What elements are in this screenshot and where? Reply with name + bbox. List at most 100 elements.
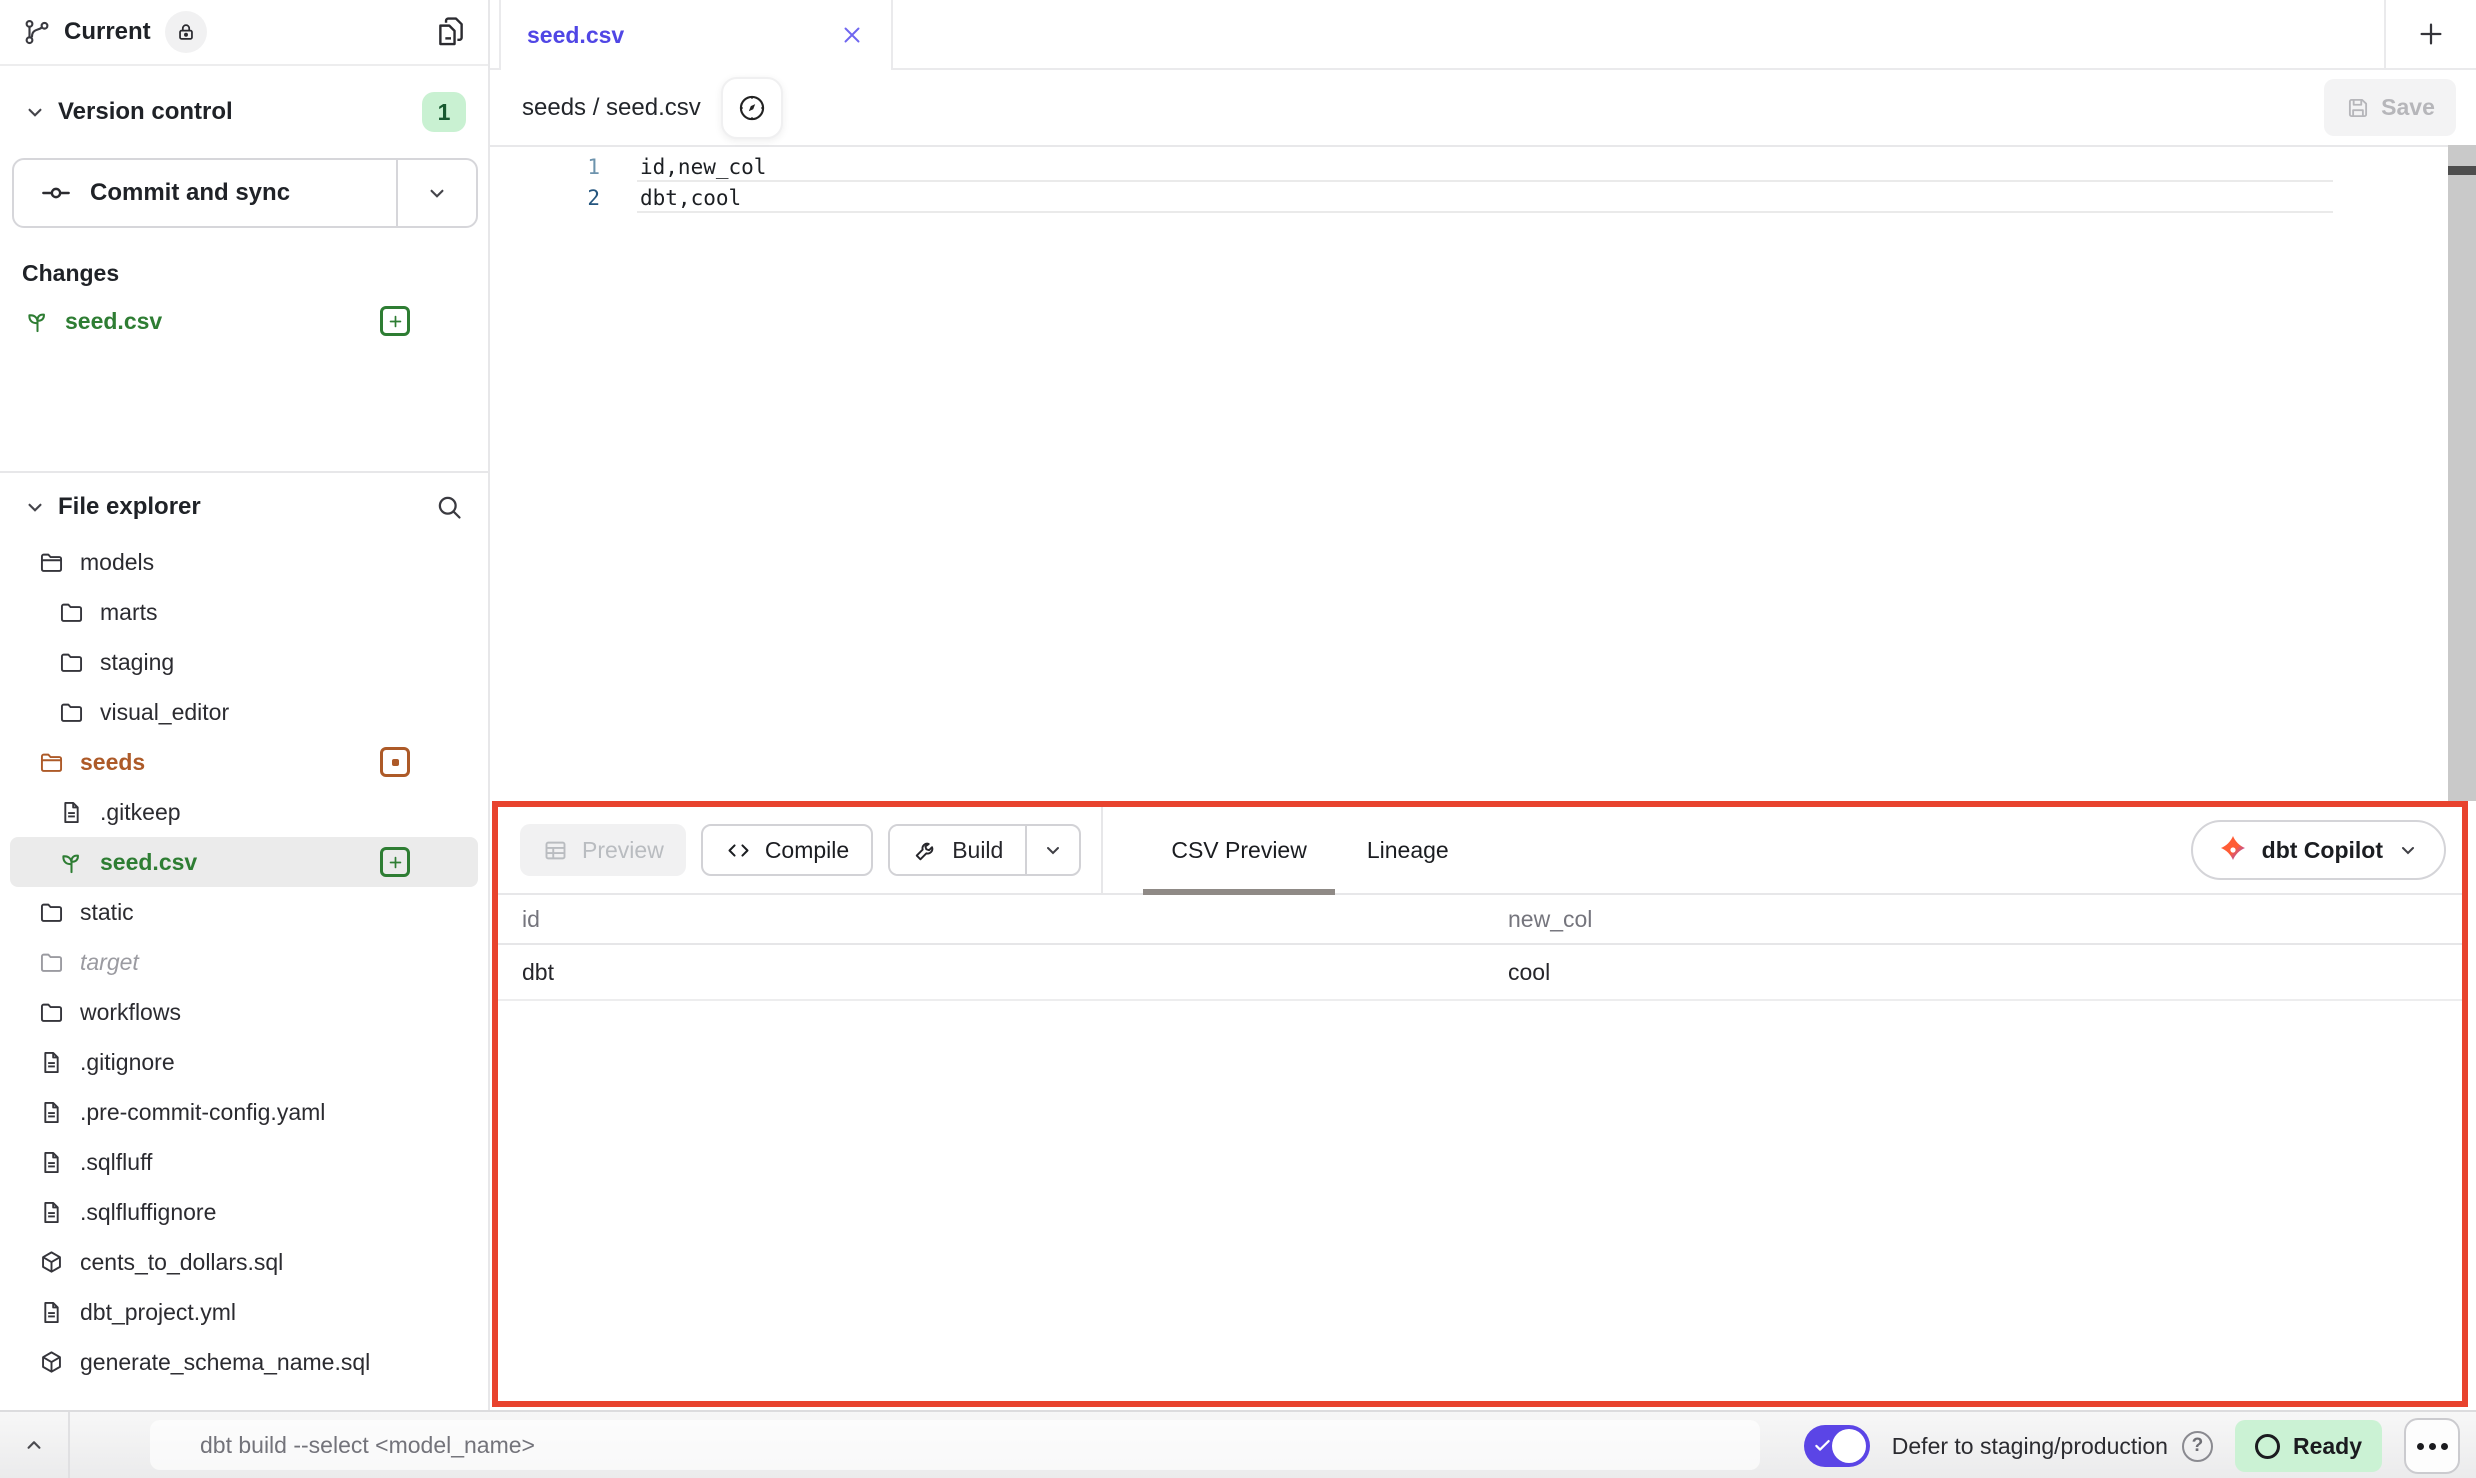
new-tab-button[interactable]	[2384, 0, 2476, 68]
file-tree-label: dbt_project.yml	[80, 1299, 236, 1326]
file-tree-label: seeds	[80, 749, 145, 776]
file-tree-item-generate-schema-name[interactable]: generate_schema_name.sql	[10, 1337, 478, 1387]
branch-name: Current	[64, 18, 151, 46]
file-tree-item-seed-csv[interactable]: seed.csv	[10, 837, 478, 887]
search-icon[interactable]	[434, 492, 464, 522]
file-tree-label: seed.csv	[100, 849, 197, 876]
git-branch-icon	[22, 17, 52, 47]
file-tree-item-seeds[interactable]: seeds	[10, 737, 478, 787]
csv-header-row: id new_col	[498, 895, 2462, 945]
save-button[interactable]: Save	[2324, 79, 2456, 136]
commit-and-sync-button[interactable]: Commit and sync	[14, 160, 396, 226]
file-tree-item-sqlfluff[interactable]: .sqlfluff	[10, 1137, 478, 1187]
file-tree-label: .sqlfluffignore	[80, 1199, 216, 1226]
compile-button[interactable]: Compile	[701, 824, 873, 876]
commit-icon	[40, 177, 72, 209]
changes-heading: Changes	[22, 260, 466, 287]
line-text: dbt,cool	[640, 186, 741, 210]
statusbar-divider	[68, 1412, 70, 1478]
breadcrumb: seeds / seed.csv	[522, 94, 701, 122]
file-explorer-header[interactable]: File explorer	[22, 493, 466, 521]
file-tree-label: static	[80, 899, 134, 926]
dbt-logo-icon	[2217, 834, 2249, 866]
wrench-icon	[912, 837, 939, 864]
seedling-icon	[24, 308, 51, 335]
changed-file-row[interactable]: seed.csv	[12, 297, 478, 345]
tab-csv-preview[interactable]: CSV Preview	[1141, 807, 1336, 893]
file-tree-item-gitkeep[interactable]: .gitkeep	[10, 787, 478, 837]
close-icon[interactable]	[839, 22, 865, 48]
ellipsis-icon[interactable]	[2404, 1418, 2460, 1474]
file-icon	[58, 799, 85, 826]
question-icon[interactable]: ?	[2182, 1431, 2213, 1462]
file-tree-label: .gitignore	[80, 1049, 175, 1076]
file-tree-item-models[interactable]: models	[10, 537, 478, 587]
defer-label: Defer to staging/production	[1892, 1433, 2168, 1460]
ready-label: Ready	[2293, 1433, 2362, 1460]
file-tree-item-gitignore[interactable]: .gitignore	[10, 1037, 478, 1087]
version-control-header[interactable]: Version control 1	[22, 92, 466, 132]
tab-lineage[interactable]: Lineage	[1337, 807, 1479, 893]
lineage-tab-label: Lineage	[1367, 837, 1449, 864]
file-icon	[38, 1299, 65, 1326]
file-explorer-title: File explorer	[58, 493, 201, 521]
editor-line[interactable]: 1 id,new_col	[490, 151, 2476, 182]
check-icon	[1812, 1435, 1833, 1456]
breadcrumb-row: seeds / seed.csv Save	[490, 70, 2476, 147]
table-row: dbt cool	[498, 945, 2462, 1001]
modified-folder-badge	[380, 747, 410, 777]
preview-label: Preview	[582, 837, 664, 864]
folder-icon	[38, 899, 65, 926]
folder-icon	[58, 599, 85, 626]
commit-options-dropdown[interactable]	[396, 160, 476, 226]
chevron-down-icon	[424, 180, 450, 206]
file-tree-item-staging[interactable]: staging	[10, 637, 478, 687]
file-tree-label: staging	[100, 649, 174, 676]
compass-icon[interactable]	[721, 77, 783, 139]
statusbar-right-cluster: Defer to staging/production ? Ready	[1804, 1412, 2460, 1478]
file-tree-label: workflows	[80, 999, 181, 1026]
changed-file-name: seed.csv	[65, 308, 162, 335]
file-tree-item-static[interactable]: static	[10, 887, 478, 937]
folder-icon	[38, 949, 65, 976]
table-cell: cool	[1508, 959, 2462, 986]
file-tree-item-cents-to-dollars[interactable]: cents_to_dollars.sql	[10, 1237, 478, 1287]
file-tree-item-dbt-project[interactable]: dbt_project.yml	[10, 1287, 478, 1337]
folder-icon	[58, 649, 85, 676]
file-tree-item-marts[interactable]: marts	[10, 587, 478, 637]
defer-toggle[interactable]	[1804, 1425, 1870, 1467]
build-button[interactable]: Build	[890, 826, 1025, 874]
tab-seed-csv[interactable]: seed.csv	[499, 0, 893, 70]
chevron-up-icon[interactable]	[0, 1412, 68, 1478]
chevron-down-icon	[22, 494, 48, 520]
build-options-dropdown[interactable]	[1025, 826, 1079, 874]
file-icon	[38, 1149, 65, 1176]
editor-scrollbar[interactable]	[2448, 145, 2476, 801]
file-tree-item-target[interactable]: target	[10, 937, 478, 987]
copy-icon[interactable]	[434, 15, 468, 49]
file-tree-item-visual-editor[interactable]: visual_editor	[10, 687, 478, 737]
row-separator	[637, 211, 2333, 213]
file-tree-label: target	[80, 949, 139, 976]
model-cube-icon	[38, 1349, 65, 1376]
dbt-copilot-button[interactable]: dbt Copilot	[2191, 820, 2446, 880]
panel-tabs: CSV Preview Lineage	[1141, 807, 1478, 893]
csv-preview-tab-label: CSV Preview	[1171, 837, 1306, 864]
file-tree-label: generate_schema_name.sql	[80, 1349, 370, 1376]
file-tree-item-pre-commit-config[interactable]: .pre-commit-config.yaml	[10, 1087, 478, 1137]
code-editor[interactable]: 1 id,new_col 2 dbt,cool	[490, 145, 2476, 807]
toolbar-divider	[1101, 807, 1103, 893]
file-tree-item-sqlfluffignore[interactable]: .sqlfluffignore	[10, 1187, 478, 1237]
editor-line-active[interactable]: 2 dbt,cool	[490, 182, 2476, 213]
preview-button[interactable]: Preview	[520, 824, 686, 876]
commit-and-sync-split-button: Commit and sync	[12, 158, 478, 228]
dbt-cloud-ide: Current Version control 1 Commit and syn…	[0, 0, 2476, 1478]
command-input[interactable]	[150, 1420, 1760, 1470]
file-tree-item-workflows[interactable]: workflows	[10, 987, 478, 1037]
line-number: 1	[490, 155, 600, 179]
copilot-label: dbt Copilot	[2262, 837, 2383, 864]
branch-header: Current	[0, 0, 488, 66]
version-control-title: Version control	[58, 98, 233, 126]
build-split-button: Build	[888, 824, 1081, 876]
file-tree-label: .gitkeep	[100, 799, 181, 826]
